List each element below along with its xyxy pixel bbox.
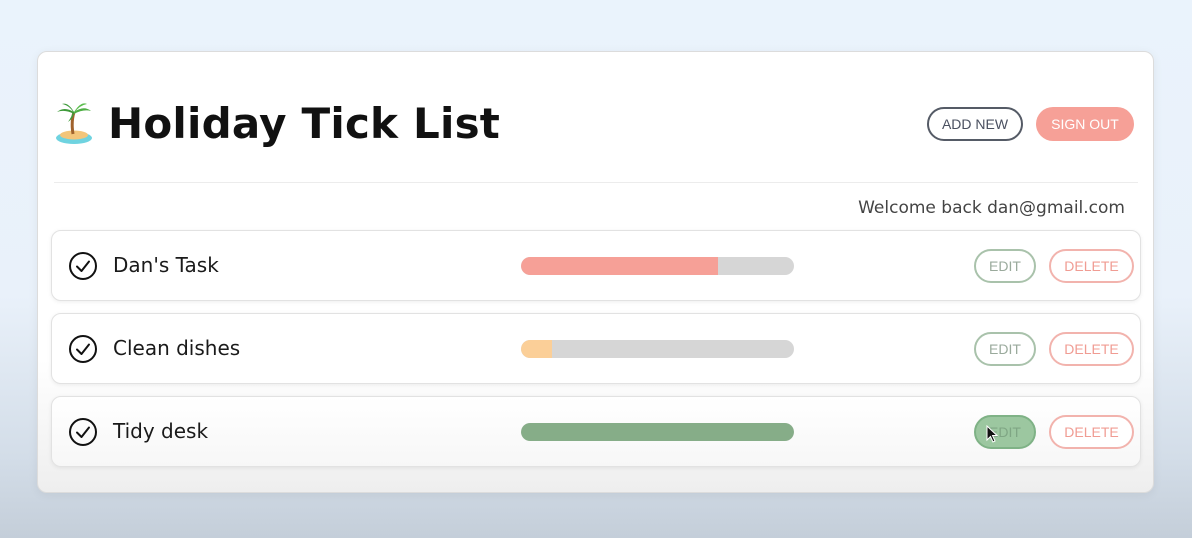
sign-out-button[interactable]: SIGN OUT — [1036, 107, 1134, 141]
task-row: Dan's Task EDIT DELETE — [51, 230, 1141, 301]
check-circle-icon[interactable] — [68, 417, 98, 447]
progress-fill — [521, 257, 718, 275]
delete-button[interactable]: DELETE — [1049, 415, 1134, 449]
edit-button[interactable]: EDIT — [974, 249, 1036, 283]
add-new-button[interactable]: ADD NEW — [927, 107, 1023, 141]
main-card: Holiday Tick List ADD NEW SIGN OUT Welco… — [37, 51, 1154, 493]
header: Holiday Tick List ADD NEW SIGN OUT — [54, 98, 1136, 150]
desert-island-icon — [56, 103, 92, 144]
delete-button[interactable]: DELETE — [1049, 249, 1134, 283]
mouse-cursor-icon — [986, 425, 998, 443]
progress-bar — [521, 257, 794, 275]
task-name: Clean dishes — [113, 336, 241, 360]
divider — [54, 182, 1138, 183]
task-name: Tidy desk — [113, 419, 209, 443]
edit-button[interactable]: EDIT — [974, 415, 1036, 449]
progress-fill — [521, 423, 794, 441]
delete-button[interactable]: DELETE — [1049, 332, 1134, 366]
check-circle-icon[interactable] — [68, 251, 98, 281]
task-row: Clean dishes EDIT DELETE — [51, 313, 1141, 384]
welcome-text: Welcome back dan@gmail.com — [858, 198, 1125, 218]
edit-button[interactable]: EDIT — [974, 332, 1036, 366]
progress-bar — [521, 423, 794, 441]
progress-bar — [521, 340, 794, 358]
page-title: Holiday Tick List — [108, 99, 501, 148]
check-circle-icon[interactable] — [68, 334, 98, 364]
task-row: Tidy desk EDIT DELETE — [51, 396, 1141, 467]
progress-fill — [521, 340, 553, 358]
task-name: Dan's Task — [113, 253, 219, 277]
